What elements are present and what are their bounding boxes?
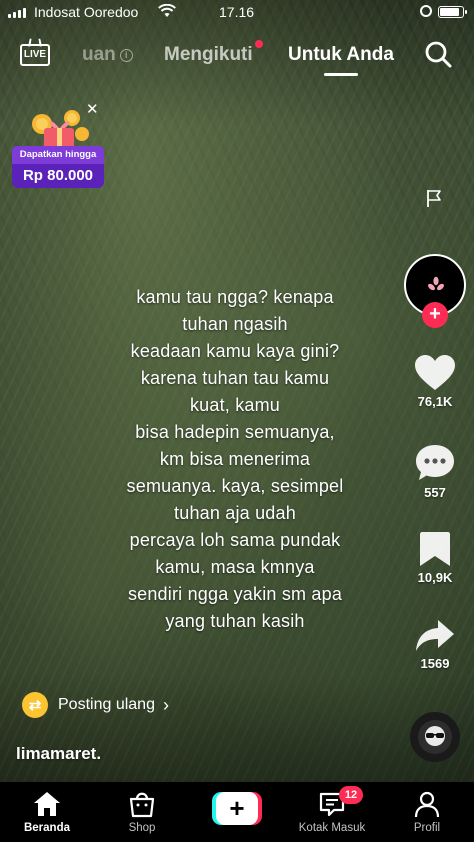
notification-dot	[254, 40, 263, 48]
share-icon	[416, 620, 454, 651]
comment-count: 557	[424, 485, 446, 500]
caption-line: percaya loh sama pundak	[129, 530, 341, 550]
flag-icon[interactable]	[424, 188, 444, 208]
caption-line: kamu tau ngga? kenapa	[136, 287, 334, 307]
caption-line: karena tuhan tau kamu	[140, 368, 330, 388]
nav-inbox[interactable]: 12 Kotak Masuk	[292, 786, 372, 834]
comment-button[interactable]: 557	[405, 443, 465, 500]
video-caption: kamu tau ngga? kenapa tuhan ngasih keada…	[80, 284, 390, 635]
nav-home-label: Beranda	[23, 822, 71, 834]
inbox-badge: 12	[339, 786, 363, 804]
shopping-bag-icon	[129, 792, 155, 818]
repost-icon: ⇄	[22, 692, 48, 718]
chevron-right-icon: ›	[162, 694, 169, 715]
caption-line: km bisa menerima	[159, 449, 311, 469]
tab-for-you-label: Untuk Anda	[288, 44, 394, 65]
promo-amount: Rp 80.000	[12, 164, 104, 188]
search-icon[interactable]	[424, 40, 452, 68]
like-button[interactable]: 76,1K	[405, 354, 465, 409]
create-button[interactable]: +	[197, 792, 277, 825]
caption-line: kuat, kamu	[189, 395, 281, 415]
caption-line: keadaan kamu kaya gini?	[130, 341, 340, 361]
clock: 17.16	[219, 4, 255, 20]
promo-label: Dapatkan hingga	[12, 146, 104, 164]
caption-line: tuhan ngasih	[182, 314, 288, 334]
bookmark-icon	[420, 532, 450, 566]
creator-username[interactable]: limamaret.	[16, 744, 101, 764]
signal-icon	[8, 8, 26, 18]
caption-line: yang tuhan kasih	[165, 611, 305, 631]
carrier-name: Indosat Ooredoo	[34, 4, 139, 20]
caption-line: tuhan aja udah	[174, 503, 296, 523]
nav-shop[interactable]: Shop	[102, 790, 182, 834]
follow-button[interactable]: +	[422, 302, 448, 328]
comment-icon	[416, 445, 454, 480]
wifi-icon	[158, 4, 176, 17]
sunglasses-avatar-icon	[425, 726, 445, 746]
tab-partial-label: uan	[82, 44, 116, 65]
bottom-nav: Beranda Shop + 12 Kotak Masuk Profil	[0, 782, 474, 842]
tab-partial[interactable]: uan i	[82, 44, 133, 66]
tab-following[interactable]: Mengikuti	[164, 40, 263, 66]
tab-for-you[interactable]: Untuk Anda	[288, 44, 394, 76]
nav-shop-label: Shop	[128, 822, 156, 834]
repost-row[interactable]: ⇄ Posting ulang ›	[22, 692, 169, 718]
nav-profile[interactable]: Profil	[387, 790, 467, 834]
nav-home[interactable]: Beranda	[7, 790, 87, 834]
repost-label: Posting ulang	[58, 696, 155, 713]
flower-logo-icon	[428, 276, 444, 291]
create-plus-icon: +	[212, 792, 262, 825]
live-label: LIVE	[20, 44, 50, 66]
profile-icon	[414, 791, 440, 818]
music-disc[interactable]	[410, 712, 460, 762]
like-count: 76,1K	[417, 394, 453, 409]
heart-icon	[415, 355, 455, 390]
nav-profile-label: Profil	[413, 822, 441, 834]
status-bar: Indosat Ooredoo 17.16	[0, 0, 474, 26]
info-icon: i	[119, 49, 133, 62]
caption-line: kamu, masa kmnya	[155, 557, 315, 577]
bookmark-button[interactable]: 10,9K	[405, 530, 465, 585]
share-button[interactable]: 1569	[405, 618, 465, 671]
live-icon[interactable]: LIVE	[20, 38, 50, 66]
share-count: 1569	[420, 656, 450, 671]
promo-banner[interactable]: ✕ Dapatkan hingga Rp 80.000	[12, 101, 106, 196]
caption-line: sendiri ngga yakin sm apa	[127, 584, 343, 604]
bookmark-count: 10,9K	[417, 570, 453, 585]
caption-line: bisa hadepin semuanya,	[135, 422, 335, 442]
battery-icon	[438, 6, 467, 18]
nav-inbox-label: Kotak Masuk	[298, 822, 366, 834]
rotation-lock-icon	[420, 5, 432, 17]
home-icon	[34, 792, 60, 816]
caption-line: semuanya. kaya, sesimpel	[126, 476, 344, 496]
tab-following-label: Mengikuti	[164, 44, 253, 65]
gift-coins-icon	[32, 110, 89, 150]
promo-close-icon[interactable]: ✕	[86, 100, 99, 118]
